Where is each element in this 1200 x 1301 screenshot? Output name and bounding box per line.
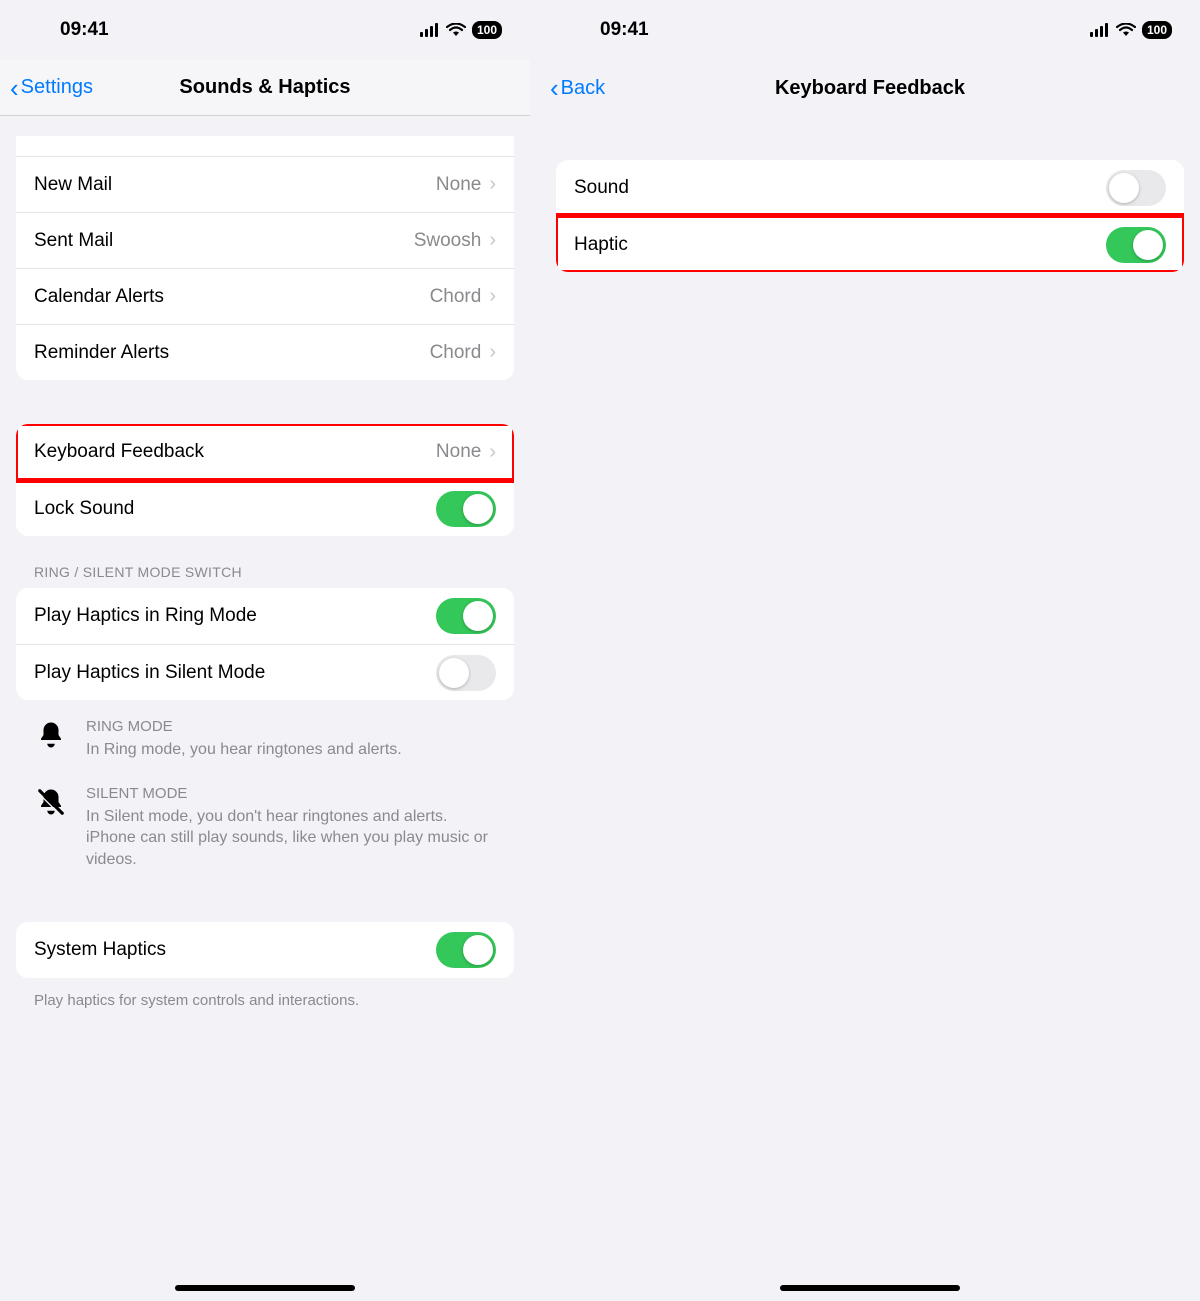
- info-title: SILENT MODE: [86, 785, 496, 802]
- row-lock-sound: Lock Sound: [16, 480, 514, 536]
- bell-slash-icon: [34, 785, 68, 871]
- nav-bar: ‹ Back Keyboard Feedback: [540, 60, 1200, 116]
- battery-icon: 100: [472, 21, 502, 39]
- info-title: RING MODE: [86, 718, 496, 735]
- row-value: Chord: [430, 286, 482, 308]
- content-area: Sound Haptic: [540, 116, 1200, 1301]
- ring-silent-group: Play Haptics in Ring Mode Play Haptics i…: [16, 588, 514, 700]
- row-new-mail[interactable]: New Mail None ›: [16, 156, 514, 212]
- row-value: Chord: [430, 342, 482, 364]
- lock-sound-toggle[interactable]: [436, 491, 496, 527]
- row-label: New Mail: [34, 174, 436, 196]
- row-label: Play Haptics in Silent Mode: [34, 662, 436, 684]
- info-desc: In Ring mode, you hear ringtones and ale…: [86, 739, 496, 761]
- row-label: Play Haptics in Ring Mode: [34, 605, 436, 627]
- chevron-right-icon: ›: [489, 441, 496, 464]
- chevron-left-icon: ‹: [550, 75, 559, 101]
- row-haptics-silent: Play Haptics in Silent Mode: [16, 644, 514, 700]
- system-haptics-toggle[interactable]: [436, 932, 496, 968]
- row-label: Sent Mail: [34, 230, 414, 252]
- chevron-right-icon: ›: [489, 285, 496, 308]
- back-button[interactable]: ‹ Settings: [10, 75, 93, 101]
- home-indicator[interactable]: [175, 1285, 355, 1291]
- status-bar: 09:41 100: [540, 0, 1200, 60]
- back-label: Back: [561, 77, 605, 100]
- row-label: Keyboard Feedback: [34, 441, 436, 463]
- row-haptic: Haptic: [556, 216, 1184, 272]
- section-header-ring-silent: RING / SILENT MODE SWITCH: [16, 536, 514, 588]
- row-label: Lock Sound: [34, 498, 436, 520]
- battery-icon: 100: [1142, 21, 1172, 39]
- chevron-right-icon: ›: [489, 173, 496, 196]
- row-label: Calendar Alerts: [34, 286, 430, 308]
- haptics-silent-toggle[interactable]: [436, 655, 496, 691]
- haptics-ring-toggle[interactable]: [436, 598, 496, 634]
- row-value: None: [436, 441, 481, 463]
- chevron-right-icon: ›: [489, 229, 496, 252]
- footer-caption: Play haptics for system controls and int…: [16, 978, 514, 1009]
- system-haptics-group: System Haptics: [16, 922, 514, 978]
- keyboard-lock-group: Keyboard Feedback None › Lock Sound: [16, 424, 514, 536]
- phone-right: 09:41 100 ‹ Back Keyboard Feedback Sound…: [540, 0, 1200, 1301]
- cellular-icon: [420, 23, 440, 37]
- row-system-haptics: System Haptics: [16, 922, 514, 978]
- row-label: Haptic: [574, 234, 1106, 256]
- keyboard-feedback-group: Sound Haptic: [556, 160, 1184, 272]
- sound-alerts-group: New Mail None › Sent Mail Swoosh › Calen…: [16, 136, 514, 380]
- row-value: None: [436, 174, 481, 196]
- cellular-icon: [1090, 23, 1110, 37]
- status-indicators: 100: [1090, 21, 1172, 39]
- row-keyboard-feedback[interactable]: Keyboard Feedback None ›: [16, 424, 514, 480]
- row-label: Reminder Alerts: [34, 342, 430, 364]
- info-desc: In Silent mode, you don't hear ringtones…: [86, 806, 496, 871]
- bell-icon: [34, 718, 68, 761]
- chevron-right-icon: ›: [489, 341, 496, 364]
- chevron-left-icon: ‹: [10, 75, 19, 101]
- info-silent-mode: SILENT MODE In Silent mode, you don't he…: [16, 767, 514, 877]
- status-time: 09:41: [60, 19, 109, 41]
- content-area: New Mail None › Sent Mail Swoosh › Calen…: [0, 116, 530, 1301]
- row-calendar-alerts[interactable]: Calendar Alerts Chord ›: [16, 268, 514, 324]
- sound-toggle[interactable]: [1106, 170, 1166, 206]
- status-time: 09:41: [600, 19, 649, 41]
- nav-bar: ‹ Settings Sounds & Haptics: [0, 60, 530, 116]
- group-scroll-glimpse: [16, 136, 514, 156]
- home-indicator[interactable]: [780, 1285, 960, 1291]
- back-label: Settings: [21, 76, 93, 99]
- phone-left: 09:41 100 ‹ Settings Sounds & Haptics Ne…: [0, 0, 530, 1301]
- row-sent-mail[interactable]: Sent Mail Swoosh ›: [16, 212, 514, 268]
- row-label: System Haptics: [34, 939, 436, 961]
- row-value: Swoosh: [414, 230, 482, 252]
- page-title: Keyboard Feedback: [540, 77, 1200, 100]
- row-sound: Sound: [556, 160, 1184, 216]
- row-reminder-alerts[interactable]: Reminder Alerts Chord ›: [16, 324, 514, 380]
- wifi-icon: [446, 23, 466, 37]
- back-button[interactable]: ‹ Back: [550, 75, 605, 101]
- haptic-toggle[interactable]: [1106, 227, 1166, 263]
- row-label: Sound: [574, 177, 1106, 199]
- wifi-icon: [1116, 23, 1136, 37]
- info-ring-mode: RING MODE In Ring mode, you hear rington…: [16, 700, 514, 767]
- row-haptics-ring: Play Haptics in Ring Mode: [16, 588, 514, 644]
- status-bar: 09:41 100: [0, 0, 530, 60]
- status-indicators: 100: [420, 21, 502, 39]
